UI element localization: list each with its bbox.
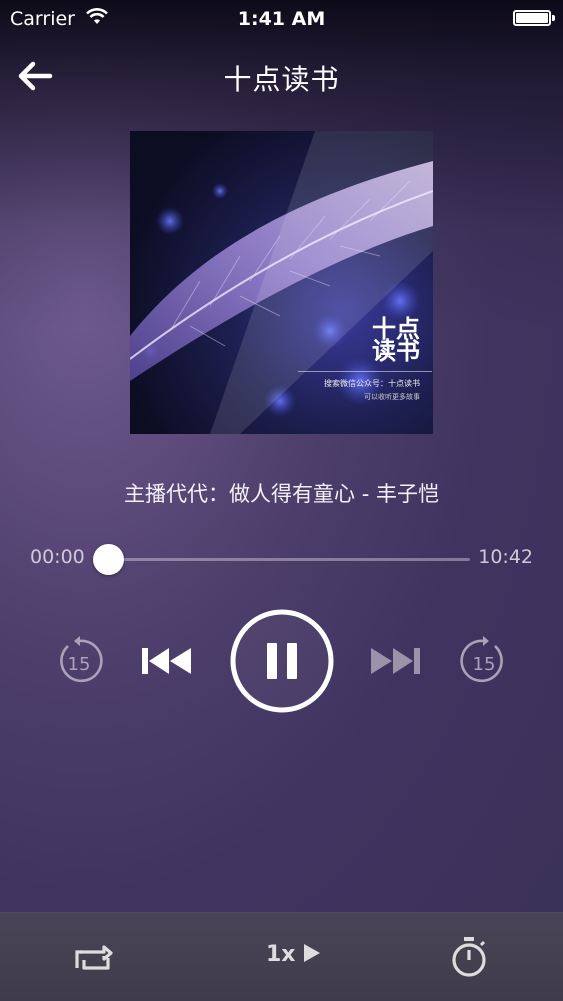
progress-knob[interactable]: [92, 544, 124, 575]
forward-15-icon: 15: [460, 636, 503, 683]
forward-15-button[interactable]: 15: [459, 636, 509, 686]
next-track-icon: [371, 648, 420, 674]
forward-15-label: 15: [473, 654, 496, 675]
speed-play-icon: [304, 944, 321, 962]
status-time: 1:41 AM: [237, 8, 326, 30]
battery-icon: [513, 10, 555, 26]
rewind-15-button[interactable]: 15: [54, 636, 104, 686]
cover-caption-1: 搜索微信公众号：十点读书: [324, 379, 420, 388]
progress-track[interactable]: [96, 558, 470, 561]
repeat-button[interactable]: [72, 940, 116, 976]
duration-time: 10:42: [478, 546, 533, 568]
speed-label: 1x: [266, 942, 296, 967]
timer-icon: [452, 937, 486, 977]
speed-button[interactable]: 1x: [266, 942, 321, 967]
play-pause-button[interactable]: [229, 608, 335, 714]
repeat-icon: [75, 945, 113, 970]
cover-logo-line2: 读书: [372, 337, 420, 365]
cover-logo: 十点 读书: [372, 317, 420, 365]
current-time: 00:00: [30, 546, 85, 568]
rewind-15-icon: 15: [60, 636, 103, 683]
navigation-bar: 十点读书: [0, 44, 563, 108]
rewind-15-label: 15: [68, 654, 91, 675]
status-bar: Carrier 1:41 AM: [0, 0, 563, 38]
page-title: 十点读书: [223, 63, 340, 96]
cover-caption-2: 可以收听更多故事: [364, 393, 420, 401]
pause-icon: [230, 609, 334, 713]
previous-track-button[interactable]: [140, 644, 194, 678]
track-title: 主播代代：做人得有童心 - 丰子恺: [124, 482, 439, 506]
previous-track-icon: [142, 648, 191, 674]
timer-button[interactable]: [450, 936, 488, 978]
next-track-button[interactable]: [369, 644, 423, 678]
